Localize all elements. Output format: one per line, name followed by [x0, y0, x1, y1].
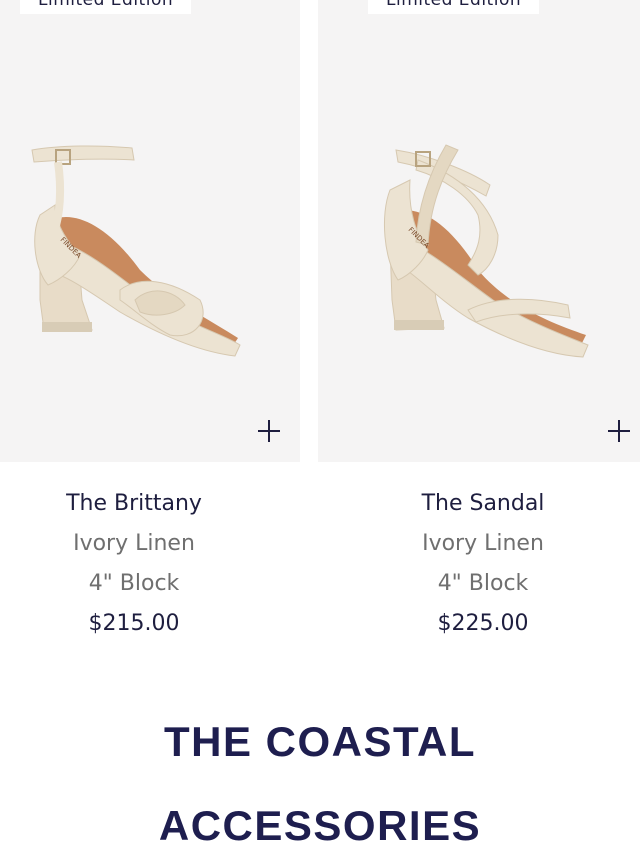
section-heading-line-2: ACCESSORIES: [158, 802, 482, 849]
product-heel: 4" Block: [437, 571, 529, 596]
product-heel: 4" Block: [88, 571, 180, 596]
limited-edition-badge: Limited Edition: [368, 0, 540, 14]
product-price: $215.00: [88, 611, 180, 636]
product-image-tile[interactable]: FINDEA Limited Edition: [0, 0, 300, 462]
product-info: The Sandal Ivory Linen 4" Block $225.00: [318, 484, 640, 644]
product-image-brittany-sandal[interactable]: FINDEA: [0, 0, 300, 462]
product-price: $225.00: [437, 611, 529, 636]
product-info: The Brittany Ivory Linen 4" Block $215.0…: [0, 484, 284, 644]
product-material: Ivory Linen: [422, 531, 544, 556]
product-card-brittany[interactable]: FINDEA Limited Edition The Brittany Ivor…: [0, 0, 300, 650]
product-image-tile[interactable]: FINDEA Limited Edition: [318, 0, 640, 462]
product-name[interactable]: The Brittany: [0, 484, 284, 524]
product-grid: FINDEA Limited Edition The Brittany Ivor…: [0, 0, 640, 650]
product-listing-page: FINDEA Limited Edition The Brittany Ivor…: [0, 0, 640, 853]
product-material: Ivory Linen: [73, 531, 195, 556]
limited-edition-badge: Limited Edition: [20, 0, 192, 14]
product-image-the-sandal[interactable]: FINDEA: [318, 0, 640, 462]
add-to-cart-plus-icon[interactable]: [604, 416, 634, 446]
product-card-sandal[interactable]: FINDEA Limited Edition The Sandal Ivory …: [318, 0, 640, 650]
section-heading-line-1: THE COASTAL: [163, 718, 477, 765]
section-heading: THE COASTAL ACCESSORIES: [0, 700, 640, 853]
add-to-cart-plus-icon[interactable]: [254, 416, 284, 446]
product-name[interactable]: The Sandal: [318, 484, 640, 524]
